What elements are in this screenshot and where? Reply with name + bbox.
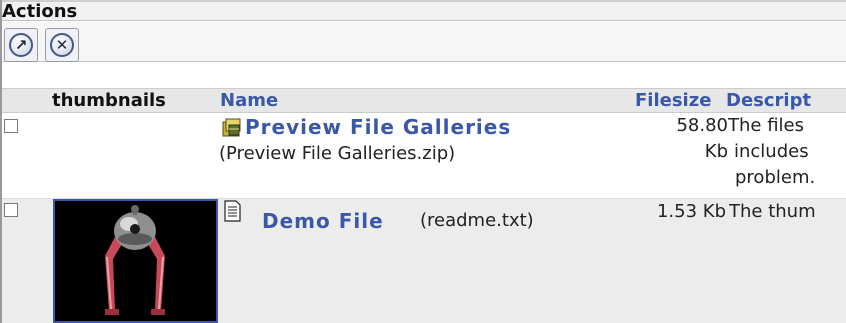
description-line: problem. [735,167,816,188]
file-name-link[interactable]: Preview File Galleries [245,115,511,139]
header-filesize-sort-link[interactable]: Filesize [635,89,711,112]
close-icon: ✕ [50,33,74,57]
row-select-checkbox[interactable] [4,119,18,133]
row-select-checkbox[interactable] [4,203,18,217]
text-file-icon [224,200,241,222]
actions-toolbar: ↗ ✕ [2,22,846,62]
robot-thumbnail-icon [55,201,216,321]
file-filename: (Preview File Galleries.zip) [219,143,456,164]
table-row: Preview File Galleries (Preview File Gal… [2,113,846,199]
filesize-unit: Kb [704,141,728,162]
delete-button[interactable]: ✕ [45,28,79,62]
table-row: Demo File (readme.txt) 1.53 Kb The thum [2,199,846,323]
actions-header: Actions [2,0,846,22]
header-name-sort-link[interactable]: Name [220,89,278,112]
file-thumbnail[interactable] [53,199,218,323]
file-name-link[interactable]: Demo File [262,209,384,233]
filesize-value: 58.80 [676,115,728,136]
description-line: includes [734,141,809,162]
filesize-value: 1.53 Kb [656,201,726,222]
actions-title: Actions [2,1,78,22]
header-thumbnails: thumbnails [52,90,166,111]
header-description-sort-link[interactable]: Descript [726,89,811,112]
table-header: thumbnails Name Filesize Descript [2,88,846,113]
description-line: The files [728,115,804,136]
arrow-up-right-icon: ↗ [9,33,33,57]
description-line: The thum [729,201,816,222]
file-filename: (readme.txt) [420,210,534,231]
package-icon [222,118,241,137]
move-button[interactable]: ↗ [4,28,38,62]
